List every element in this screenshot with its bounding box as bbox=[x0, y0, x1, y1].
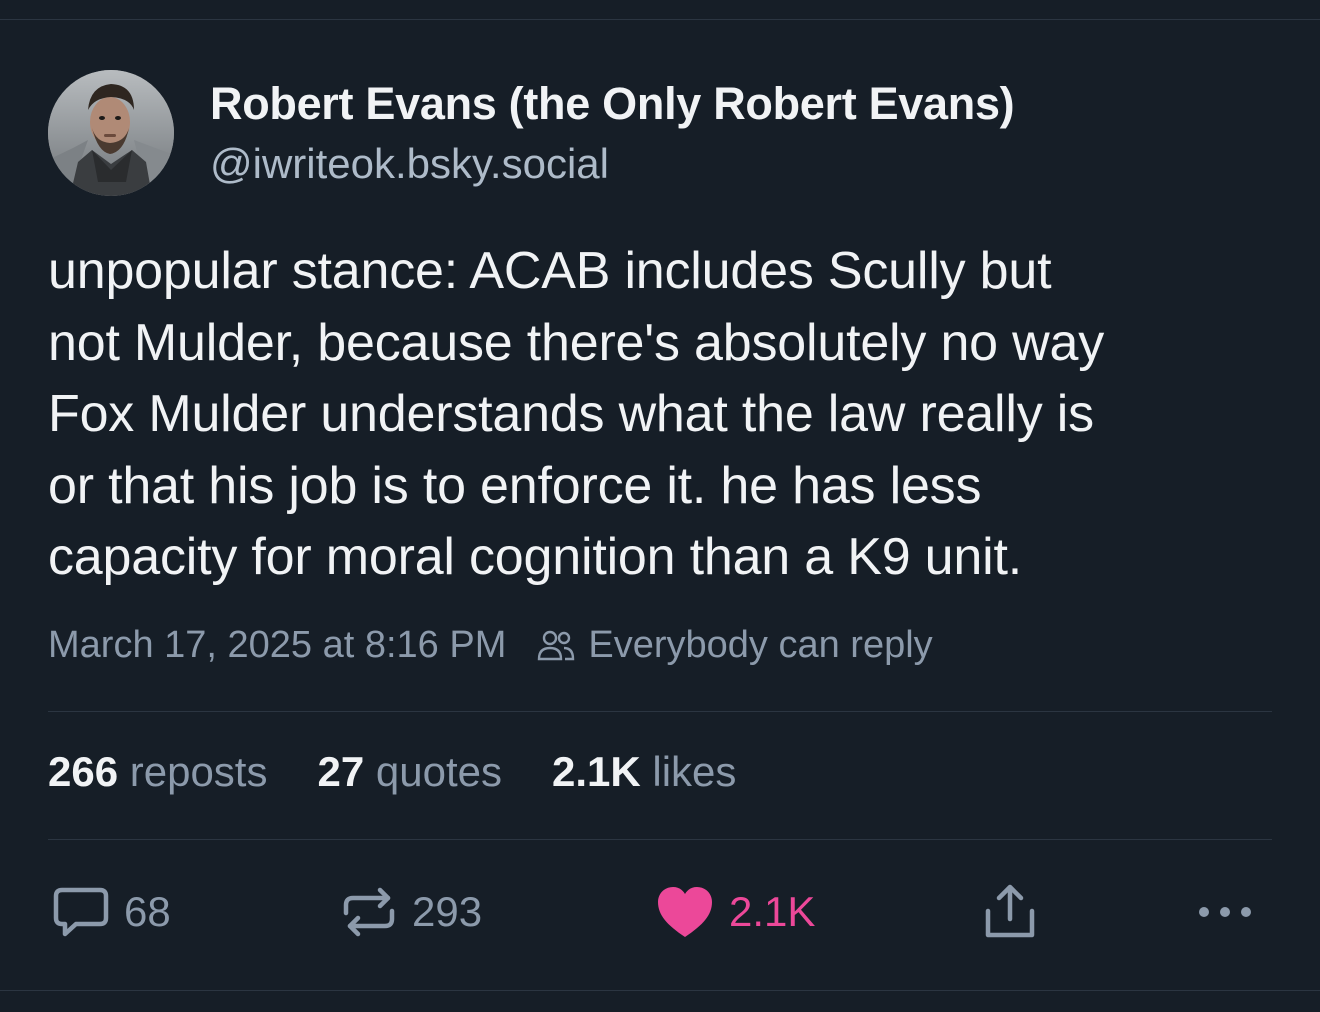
like-button[interactable]: 2.1K bbox=[655, 880, 815, 944]
divider bbox=[48, 711, 1272, 712]
reply-button[interactable]: 68 bbox=[52, 880, 171, 944]
author-handle[interactable]: @iwriteok.bsky.social bbox=[210, 140, 609, 188]
action-bar: 68 293 2.1K bbox=[0, 880, 1320, 944]
likes-count: 2.1K bbox=[551, 748, 641, 795]
post-text-line: not Mulder, because there's absolutely n… bbox=[48, 313, 1105, 372]
reply-setting-label: Everybody can reply bbox=[588, 624, 933, 666]
reposts-label: reposts bbox=[129, 748, 268, 795]
people-icon bbox=[538, 630, 575, 660]
share-button[interactable] bbox=[982, 880, 1038, 944]
repost-icon bbox=[343, 887, 395, 937]
more-button[interactable] bbox=[1196, 880, 1254, 944]
reply-setting: Everybody can reply bbox=[536, 624, 933, 667]
quotes-stat[interactable]: 27 quotes bbox=[317, 748, 502, 796]
repost-button[interactable]: 293 bbox=[340, 880, 482, 944]
reposts-count: 266 bbox=[48, 748, 119, 795]
like-count: 2.1K bbox=[729, 888, 816, 935]
likes-label: likes bbox=[652, 748, 737, 795]
repost-count: 293 bbox=[412, 888, 483, 935]
post-text-line: Fox Mulder understands what the law real… bbox=[48, 385, 1094, 443]
divider bbox=[48, 839, 1272, 840]
post-text: unpopular stance: ACAB includes Scully b… bbox=[48, 236, 1288, 594]
share-icon bbox=[985, 884, 1035, 938]
bottom-divider bbox=[0, 990, 1320, 991]
post-timestamp[interactable]: March 17, 2025 at 8:16 PM bbox=[48, 624, 506, 667]
reposts-stat[interactable]: 266 reposts bbox=[48, 748, 267, 796]
avatar[interactable] bbox=[48, 70, 174, 196]
reply-icon bbox=[53, 887, 109, 937]
avatar-photo bbox=[48, 70, 174, 196]
author-name[interactable]: Robert Evans (the Only Robert Evans) bbox=[210, 78, 1015, 130]
quotes-label: quotes bbox=[375, 748, 502, 795]
top-divider bbox=[0, 19, 1320, 20]
engagement-stats: 266 reposts 27 quotes 2.1K likes bbox=[48, 748, 786, 796]
heart-icon bbox=[658, 887, 712, 937]
reply-count: 68 bbox=[124, 888, 171, 935]
post-text-line: unpopular stance: ACAB includes Scully b… bbox=[48, 242, 1052, 300]
post-text-line: capacity for moral cognition than a K9 u… bbox=[48, 528, 1022, 586]
likes-stat[interactable]: 2.1K likes bbox=[552, 748, 736, 796]
post-meta: March 17, 2025 at 8:16 PM Everybody can … bbox=[48, 624, 933, 667]
quotes-count: 27 bbox=[317, 748, 365, 795]
post-text-line: or that his job is to enforce it. he has… bbox=[48, 456, 982, 515]
more-icon bbox=[1199, 907, 1251, 917]
